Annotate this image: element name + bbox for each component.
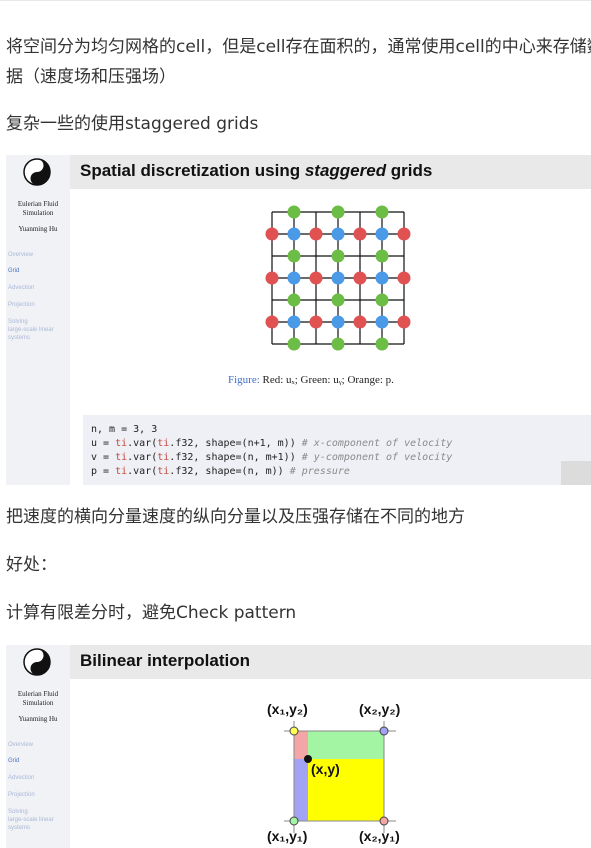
u-sample [353, 315, 367, 329]
u-sample [397, 271, 411, 285]
nav-solving-line2[interactable]: large-scale linear [8, 816, 54, 824]
v-sample [287, 337, 301, 351]
nav-overview[interactable]: Overview [8, 741, 33, 749]
code-line-3: v = ti.var(ti.f32, shape=(n, m+1)) # y-c… [91, 452, 453, 463]
u-sample [309, 271, 323, 285]
nav-grid[interactable]: Grid [8, 267, 19, 275]
slide-sidebar: Eulerian Fluid Simulation Yuanming Hu Ov… [6, 645, 70, 848]
paragraph-storage: 把速度的横向分量速度的纵向分量以及压强存储在不同的地方 [6, 507, 465, 527]
code-block: n, m = 3, 3 u = ti.var(ti.f32, shape=(n+… [83, 415, 591, 485]
yin-yang-icon [23, 158, 51, 186]
v-sample [287, 205, 301, 219]
corner-top-left [289, 726, 299, 736]
sidebar-title-line2: Simulation [22, 699, 54, 707]
code-line-1: n, m = 3, 3 [91, 424, 158, 435]
slide-titlebar: Spatial discretization using staggered g… [70, 155, 591, 189]
p-sample [287, 271, 301, 285]
paragraph-cell-grid: 将空间分为均匀网格的cell，但是cell存在面积的，通常使用cell的中心来存… [6, 37, 591, 87]
nav-grid[interactable]: Grid [8, 757, 19, 765]
corner-top-right [379, 726, 389, 736]
region-green [308, 731, 384, 759]
u-sample [353, 227, 367, 241]
bilinear-square-figure [284, 721, 396, 833]
video-thumbnail[interactable] [561, 461, 591, 485]
label-top-left: (x₁,y₂) [267, 701, 308, 717]
label-bottom-right: (x₂,y₁) [359, 828, 400, 844]
sidebar-author: Yuanming Hu [18, 225, 58, 233]
u-sample [397, 315, 411, 329]
sidebar-title-line1: Eulerian Fluid [17, 200, 59, 208]
corner-bottom-right [379, 816, 389, 826]
u-sample [397, 227, 411, 241]
u-sample [265, 227, 279, 241]
nav-advection[interactable]: Advection [8, 774, 34, 782]
v-sample [331, 337, 345, 351]
nav-advection[interactable]: Advection [8, 284, 34, 292]
top-divider [0, 0, 591, 1]
nav-solving-line3[interactable]: systems [8, 334, 30, 342]
v-sample [375, 293, 389, 307]
nav-solving[interactable]: Solving [8, 808, 28, 816]
v-sample [331, 205, 345, 219]
nav-overview[interactable]: Overview [8, 251, 33, 259]
p-sample [287, 227, 301, 241]
u-sample [309, 227, 323, 241]
paragraph-staggered: 复杂一些的使用staggered grids [6, 114, 259, 134]
p-sample [331, 227, 345, 241]
v-sample [331, 293, 345, 307]
sidebar-title-line2: Simulation [22, 209, 54, 217]
p-sample [375, 315, 389, 329]
nav-solving[interactable]: Solving [8, 318, 28, 326]
corner-bottom-left [289, 816, 299, 826]
u-sample [265, 315, 279, 329]
figure-caption: Figure: Red: uₓ; Green: uᵧ; Orange: p. [228, 374, 394, 386]
slide-staggered-grids: Eulerian Fluid Simulation Yuanming Hu Ov… [6, 155, 591, 485]
v-sample [375, 205, 389, 219]
code-line-2: u = ti.var(ti.f32, shape=(n+1, m)) # x-c… [91, 438, 453, 449]
p-sample [375, 271, 389, 285]
sidebar-title-line1: Eulerian Fluid [17, 690, 59, 698]
p-sample [331, 271, 345, 285]
slide-bilinear: Eulerian Fluid Simulation Yuanming Hu Ov… [6, 645, 591, 848]
sidebar-author: Yuanming Hu [18, 715, 58, 723]
v-sample [375, 249, 389, 263]
nav-projection[interactable]: Projection [8, 301, 35, 309]
region-lavender [294, 759, 308, 821]
paragraph-finite-diff: 计算有限差分时，避免Check pattern [6, 603, 297, 623]
slide-title: Spatial discretization using staggered g… [80, 161, 433, 180]
nav-solving-line3[interactable]: systems [8, 824, 30, 832]
slide-titlebar: Bilinear interpolation [70, 645, 591, 679]
p-sample [287, 315, 301, 329]
p-sample [331, 315, 345, 329]
nav-projection[interactable]: Projection [8, 791, 35, 799]
u-sample [265, 271, 279, 285]
p-sample [375, 227, 389, 241]
region-pink [294, 731, 308, 759]
nav-solving-line2[interactable]: large-scale linear [8, 326, 54, 334]
u-sample [309, 315, 323, 329]
v-sample [287, 249, 301, 263]
label-top-right: (x₂,y₂) [359, 701, 401, 717]
slide-title: Bilinear interpolation [80, 651, 251, 670]
u-sample [353, 271, 367, 285]
slide-sidebar: Eulerian Fluid Simulation Yuanming Hu Ov… [6, 155, 70, 485]
label-center: (x,y) [311, 761, 340, 777]
staggered-grid-figure [265, 205, 411, 351]
v-sample [375, 337, 389, 351]
label-bottom-left: (x₁,y₁) [267, 828, 308, 844]
v-sample [287, 293, 301, 307]
v-sample [331, 249, 345, 263]
paragraph-benefit: 好处： [6, 555, 57, 575]
yin-yang-icon [23, 648, 51, 676]
code-line-4: p = ti.var(ti.f32, shape=(n, m)) # press… [91, 466, 350, 477]
